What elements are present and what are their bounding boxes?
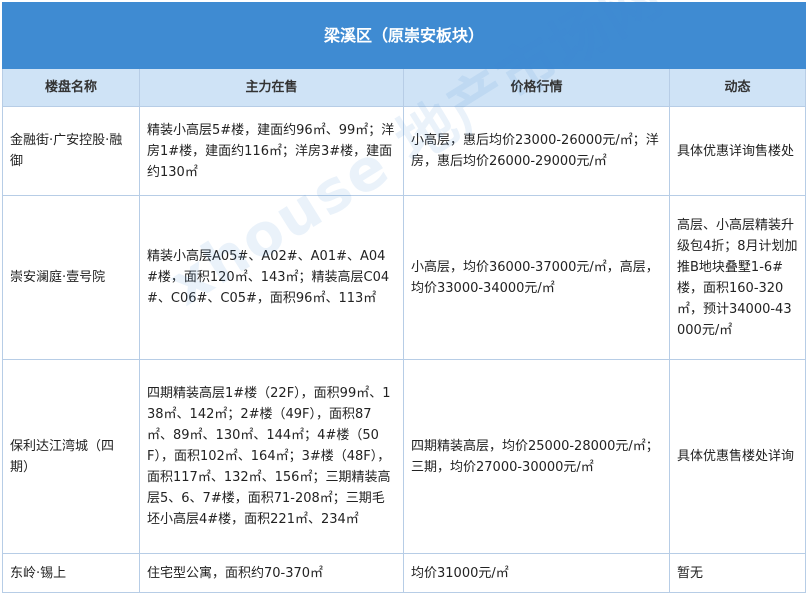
page: 梁溪区（原崇安板块） 楼盘名称 主力在售 价格行情 动态 金融街·广安控股·融御… bbox=[0, 0, 807, 595]
cell-offering: 精装小高层A05#、A02#、A01#、A04#楼，面积120㎡、143㎡；精装… bbox=[139, 195, 404, 360]
header-row: 楼盘名称 主力在售 价格行情 动态 bbox=[2, 68, 807, 107]
table-row: 崇安澜庭·壹号院 精装小高层A05#、A02#、A01#、A04#楼，面积120… bbox=[2, 195, 807, 360]
cell-price: 均价31000元/㎡ bbox=[403, 553, 670, 593]
cell-offering: 住宅型公寓，面积约70-370㎡ bbox=[139, 553, 404, 593]
title-row: 梁溪区（原崇安板块） bbox=[1, 2, 807, 69]
cell-news: 具体优惠详询售楼处 bbox=[668, 106, 807, 196]
cell-news: 具体优惠售楼处详询 bbox=[668, 359, 807, 554]
cell-price: 小高层，惠后均价23000-26000元/㎡；洋房，惠后均价26000-2900… bbox=[403, 106, 670, 196]
table-row: 保利达江湾城（四期） 四期精装高层1#楼（22F），面积99㎡、138㎡、142… bbox=[2, 359, 807, 554]
table-row: 金融街·广安控股·融御 精装小高层5#楼，建面约96㎡、99㎡；洋房1#楼，建面… bbox=[2, 106, 807, 196]
cell-project-name: 东岭·锡上 bbox=[2, 553, 140, 593]
header-offering: 主力在售 bbox=[139, 68, 404, 107]
table-title: 梁溪区（原崇安板块） bbox=[1, 2, 807, 69]
housing-table: 梁溪区（原崇安板块） 楼盘名称 主力在售 价格行情 动态 金融街·广安控股·融御… bbox=[1, 2, 807, 593]
table-row: 东岭·锡上 住宅型公寓，面积约70-370㎡ 均价31000元/㎡ 暂无 bbox=[2, 553, 807, 593]
cell-project-name: 金融街·广安控股·融御 bbox=[2, 106, 140, 196]
cell-price: 小高层，均价36000-37000元/㎡，高层，均价33000-34000元/㎡ bbox=[403, 195, 670, 360]
header-price: 价格行情 bbox=[403, 68, 670, 107]
header-name: 楼盘名称 bbox=[2, 68, 140, 107]
cell-project-name: 崇安澜庭·壹号院 bbox=[2, 195, 140, 360]
cell-price: 四期精装高层，均价25000-28000元/㎡；三期，均价27000-30000… bbox=[403, 359, 670, 554]
cell-project-name: 保利达江湾城（四期） bbox=[2, 359, 140, 554]
header-news: 动态 bbox=[668, 68, 807, 107]
cell-offering: 四期精装高层1#楼（22F），面积99㎡、138㎡、142㎡；2#楼（49F），… bbox=[139, 359, 404, 554]
cell-news: 高层、小高层精装升级包4折；8月计划加推B地块叠墅1-6#楼，面积160-320… bbox=[668, 195, 807, 360]
cell-news: 暂无 bbox=[668, 553, 807, 593]
cell-offering: 精装小高层5#楼，建面约96㎡、99㎡；洋房1#楼，建面约116㎡；洋房3#楼，… bbox=[139, 106, 404, 196]
